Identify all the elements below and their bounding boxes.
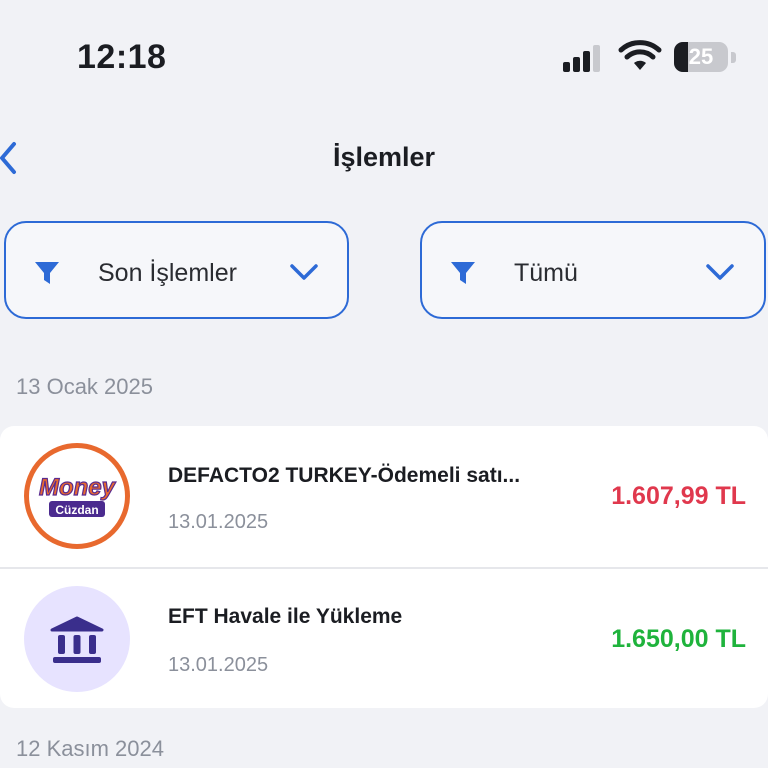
transaction-row[interactable]: EFT Havale ile Yükleme 13.01.2025 1.650,… [0,567,768,708]
transaction-list: Money Cüzdan DEFACTO2 TURKEY-Ödemeli sat… [0,426,768,708]
date-group-header: 13 Ocak 2025 [16,374,153,399]
bank-icon [50,616,104,663]
logo-line2: Cüzdan [55,503,98,517]
transaction-row[interactable]: Money Cüzdan DEFACTO2 TURKEY-Ödemeli sat… [0,426,768,567]
transaction-amount: 1.607,99 TL [611,482,746,510]
transaction-amount: 1.650,00 TL [611,625,746,653]
filter-funnel-icon [451,262,475,284]
money-cuzdan-logo: Money Cüzdan [24,443,130,549]
signal-icon [563,45,600,72]
period-filter-dropdown[interactable]: Son İşlemler [4,221,349,319]
date-group-header: 12 Kasım 2024 [16,736,164,761]
type-filter-dropdown[interactable]: Tümü [420,221,766,319]
wifi-icon [618,40,662,70]
logo-line1: Money [39,474,117,501]
transaction-date: 13.01.2025 [168,654,269,676]
battery-icon: 25 [674,42,738,74]
page-title: İşlemler [332,142,436,172]
transaction-title: DEFACTO2 TURKEY-Ödemeli satı... [168,464,521,487]
transaction-date: 13.01.2025 [168,511,269,533]
type-filter-label: Tümü [514,259,578,287]
transaction-title: EFT Havale ile Yükleme [168,605,403,628]
chevron-down-icon [290,264,318,280]
chevron-down-icon [706,264,734,280]
battery-level: 25 [688,44,714,69]
status-bar: 12:18 25 [0,0,768,110]
period-filter-label: Son İşlemler [98,259,237,287]
status-time: 12:18 [77,38,167,76]
filter-funnel-icon [35,262,59,284]
bank-icon-avatar [24,586,130,692]
navigation-bar: İşlemler [0,128,768,188]
